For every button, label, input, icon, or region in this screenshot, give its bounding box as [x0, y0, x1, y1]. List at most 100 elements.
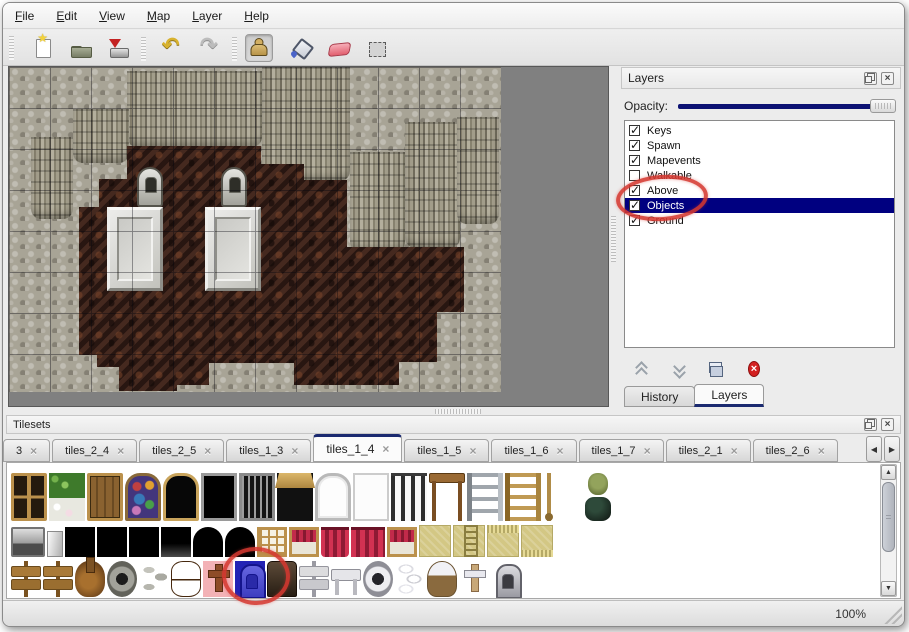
scroll-tabs-right-button[interactable]: ▶	[884, 436, 900, 462]
delete-layer-button[interactable]	[742, 357, 766, 381]
close-tab-icon[interactable]: ×	[291, 446, 298, 456]
tile-window-barred[interactable]	[239, 473, 275, 521]
tile-table-wood[interactable]	[429, 473, 465, 521]
tile-hanging-plant[interactable]	[581, 473, 617, 521]
panel-tab[interactable]: History	[624, 386, 695, 407]
close-tab-icon[interactable]: ×	[469, 446, 476, 456]
tile-tan-wall-trim[interactable]	[487, 525, 519, 557]
tile-ladder-metal[interactable]	[467, 473, 503, 521]
menu-item[interactable]: View	[99, 9, 125, 23]
vertical-splitter[interactable]	[610, 66, 618, 407]
tile-tombstone-snow[interactable]	[491, 561, 521, 597]
tile-well-stone[interactable]	[107, 561, 137, 597]
scrollbar-thumb[interactable]	[882, 482, 895, 552]
tile-arch-black[interactable]	[193, 527, 223, 557]
tile-black[interactable]	[129, 527, 159, 557]
tile-awning[interactable]	[277, 473, 313, 521]
tile-frame-white[interactable]	[353, 473, 389, 521]
tile-curtain-window[interactable]	[289, 527, 319, 557]
tile-black[interactable]	[97, 527, 127, 557]
layer-row[interactable]: Above	[625, 183, 894, 198]
tileset-tab[interactable]: tiles_2_1 ×	[666, 439, 751, 462]
menu-item[interactable]: Help	[244, 9, 269, 23]
close-tab-icon[interactable]: ×	[818, 446, 825, 456]
close-panel-button[interactable]: ×	[881, 72, 894, 85]
tile-barrel[interactable]	[171, 561, 201, 597]
tile-rope-snow[interactable]	[395, 561, 425, 597]
tileset-tab[interactable]: tiles_2_5 ×	[139, 439, 224, 462]
float-panel-button[interactable]	[864, 418, 877, 431]
scroll-down-button[interactable]: ▼	[881, 581, 896, 596]
tileset-tab[interactable]: tiles_1_3 ×	[226, 439, 311, 462]
tile-ladder-rope[interactable]	[505, 473, 541, 521]
tile-mound-snow[interactable]	[427, 561, 457, 597]
layer-visibility-checkbox[interactable]	[629, 170, 640, 181]
layer-visibility-checkbox[interactable]	[629, 125, 640, 136]
close-tab-icon[interactable]: ×	[557, 446, 564, 456]
close-tab-icon[interactable]: ×	[30, 446, 37, 456]
move-layer-up-button[interactable]	[628, 357, 652, 381]
tile-window-small-dark[interactable]	[201, 473, 237, 521]
tile-rope[interactable]	[543, 473, 579, 521]
close-tab-icon[interactable]: ×	[644, 446, 651, 456]
move-layer-down-button[interactable]	[666, 357, 690, 381]
tile-bench-snow[interactable]	[331, 561, 361, 597]
tile-curtain-window[interactable]	[387, 527, 417, 557]
tile-lattice-window[interactable]	[257, 527, 287, 557]
tileset-tab[interactable]: tiles_1_4 ×	[313, 434, 402, 462]
menu-item[interactable]: Map	[147, 9, 170, 23]
tile-sign-snow[interactable]	[299, 561, 329, 597]
close-tab-icon[interactable]: ×	[731, 446, 738, 456]
tile-window-wood[interactable]	[11, 473, 47, 521]
redo-button[interactable]	[192, 34, 220, 62]
tile-cross-snow[interactable]	[459, 561, 489, 597]
close-tab-icon[interactable]: ×	[382, 444, 389, 454]
layer-row[interactable]: Walkable	[625, 168, 894, 183]
opacity-slider-handle[interactable]	[870, 99, 896, 113]
tile-sign-wood[interactable]	[11, 561, 41, 597]
tile-cross-shrine[interactable]	[203, 561, 233, 597]
select-tool-button[interactable]	[359, 34, 387, 62]
tileset-tab[interactable]: tiles_1_5 ×	[404, 439, 489, 462]
tileset-view[interactable]	[6, 462, 901, 599]
tile-tan-wall[interactable]	[419, 525, 451, 557]
layer-visibility-checkbox[interactable]	[629, 200, 640, 211]
tileset-scrollbar[interactable]: ▲ ▼	[880, 464, 897, 597]
tile-flower-box[interactable]	[49, 473, 85, 521]
panel-tab[interactable]: Layers	[694, 384, 764, 407]
tile-well-snow[interactable]	[363, 561, 393, 597]
layer-visibility-checkbox[interactable]	[629, 185, 640, 196]
menu-item[interactable]: File	[15, 9, 34, 23]
eraser-tool-button[interactable]	[321, 34, 349, 62]
tile-window-stained[interactable]	[125, 473, 161, 521]
tileset-tab[interactable]: tiles_1_7 ×	[579, 439, 664, 462]
float-panel-button[interactable]	[864, 72, 877, 85]
tile-arch-white[interactable]	[315, 473, 351, 521]
stamp-tool-button[interactable]	[245, 34, 273, 62]
tileset-tab[interactable]: tiles_1_6 ×	[491, 439, 576, 462]
layer-row[interactable]: Keys	[625, 123, 894, 138]
scroll-up-button[interactable]: ▲	[881, 465, 896, 480]
close-panel-button[interactable]: ×	[881, 418, 894, 431]
tile-black[interactable]	[65, 527, 95, 557]
menu-item[interactable]: Edit	[56, 9, 77, 23]
menu-item[interactable]: Layer	[192, 9, 222, 23]
close-tab-icon[interactable]: ×	[204, 446, 211, 456]
new-map-button[interactable]	[25, 34, 53, 62]
tile-tan-wall-ladder[interactable]	[453, 525, 485, 557]
tile-black-fade[interactable]	[161, 527, 191, 557]
tile-window-shutters[interactable]	[87, 473, 123, 521]
scroll-tabs-left-button[interactable]: ◀	[866, 436, 882, 462]
splitter-handle[interactable]	[435, 409, 481, 414]
layer-visibility-checkbox[interactable]	[629, 140, 640, 151]
layer-row[interactable]: Spawn	[625, 138, 894, 153]
tile-curtain-red-wide[interactable]	[351, 527, 385, 557]
layer-visibility-checkbox[interactable]	[629, 155, 640, 166]
tile-arch-black[interactable]	[225, 527, 255, 557]
tileset-tab[interactable]: tiles_2_4 ×	[52, 439, 137, 462]
undo-button[interactable]	[154, 34, 182, 62]
layer-row[interactable]: Objects	[625, 198, 894, 213]
layer-visibility-checkbox[interactable]	[629, 215, 640, 226]
opacity-slider[interactable]	[678, 99, 896, 113]
tile-barrel-planks[interactable]	[75, 561, 105, 597]
